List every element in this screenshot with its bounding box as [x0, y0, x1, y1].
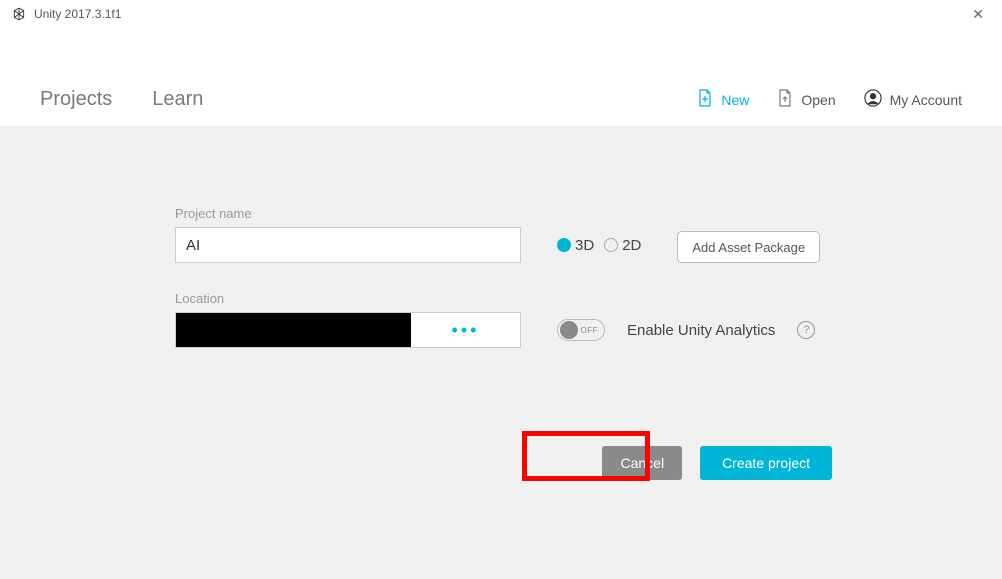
location-redacted [176, 313, 411, 347]
row-project-name: Project name 3D 2D Add Asset Package [175, 206, 827, 263]
tab-learn[interactable]: Learn [152, 88, 203, 111]
analytics-toggle[interactable]: OFF [557, 319, 605, 341]
project-name-label: Project name [175, 206, 521, 221]
project-name-input[interactable] [175, 227, 521, 263]
window-title: Unity 2017.3.1f1 [34, 7, 121, 21]
toggle-text: OFF [581, 326, 599, 335]
row-location: Location ••• OFF Enable Unity Analytics … [175, 291, 827, 348]
cancel-button[interactable]: Cancel [602, 446, 682, 480]
title-bar: Unity 2017.3.1f1 ✕ [0, 0, 1002, 28]
radio-3d-circle [557, 238, 571, 252]
title-left: Unity 2017.3.1f1 [12, 7, 121, 21]
radio-3d-label: 3D [575, 237, 594, 254]
new-button[interactable]: New [697, 89, 749, 110]
open-button[interactable]: Open [777, 89, 835, 110]
project-name-group: Project name [175, 206, 521, 263]
analytics-label: Enable Unity Analytics [627, 322, 775, 339]
main-panel: Project name 3D 2D Add Asset Package Loc… [0, 126, 1002, 579]
header: Projects Learn New Open My Account [0, 28, 1002, 126]
my-account-button[interactable]: My Account [864, 89, 962, 110]
footer-buttons: Cancel Create project [602, 446, 832, 480]
open-label: Open [801, 92, 835, 108]
open-file-icon [777, 89, 793, 110]
unity-logo-icon [12, 7, 26, 21]
dimension-options: 3D 2D [557, 227, 641, 263]
location-input[interactable]: ••• [175, 312, 521, 348]
analytics-row: OFF Enable Unity Analytics ? [557, 312, 815, 348]
account-icon [864, 89, 882, 110]
close-icon[interactable]: ✕ [966, 4, 990, 25]
new-label: New [721, 92, 749, 108]
location-group: Location ••• [175, 291, 521, 348]
new-file-icon [697, 89, 713, 110]
account-label: My Account [890, 92, 962, 108]
radio-3d[interactable]: 3D [557, 237, 594, 254]
tab-projects[interactable]: Projects [40, 88, 112, 111]
radio-2d-circle [604, 238, 618, 252]
create-project-button[interactable]: Create project [700, 446, 832, 480]
header-actions: New Open My Account [697, 44, 962, 110]
tabs: Projects Learn [40, 43, 203, 111]
location-label: Location [175, 291, 521, 306]
add-asset-package-button[interactable]: Add Asset Package [677, 231, 820, 263]
toggle-knob [560, 321, 578, 339]
radio-2d[interactable]: 2D [604, 237, 641, 254]
radio-2d-label: 2D [622, 237, 641, 254]
location-browse-icon[interactable]: ••• [411, 320, 520, 341]
help-icon[interactable]: ? [797, 321, 815, 339]
